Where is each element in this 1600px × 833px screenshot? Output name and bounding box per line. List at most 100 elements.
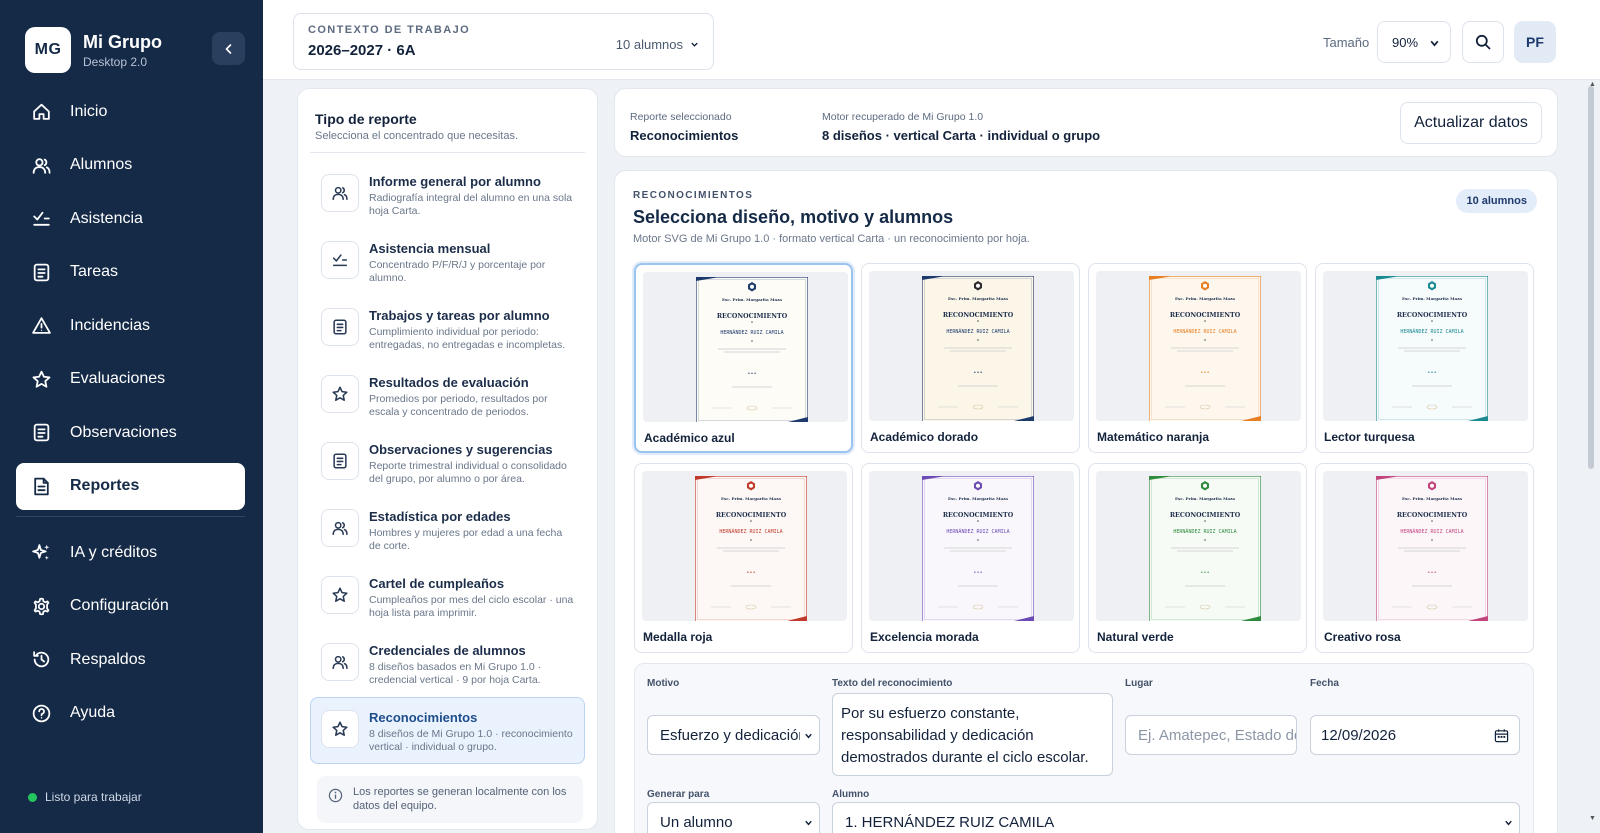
certificate-school: Esc. Prim. Margarita Maza <box>722 297 782 302</box>
sidebar-item-incidencias[interactable]: Incidencias <box>16 302 245 349</box>
sidebar-item-ia-y-creditos[interactable]: IA y créditos <box>16 529 245 576</box>
motivo-value: Esfuerzo y dedicación <box>660 727 807 744</box>
home-icon <box>30 101 52 123</box>
users-icon <box>321 643 359 681</box>
report-item-desc: Hombres y mujeres por edad a una fecha d… <box>369 527 563 552</box>
scroll-down-arrow[interactable]: ▼ <box>1589 815 1596 822</box>
sidebar-item-respaldos[interactable]: Respaldos <box>16 636 245 683</box>
certificate-preview: Esc. Prim. Margarita Maza RECONOCIMIENTO… <box>1149 476 1261 621</box>
report-item[interactable]: Resultados de evaluación Promedios por p… <box>310 362 585 429</box>
generar-label: Generar para <box>647 789 710 800</box>
chevron-left-icon <box>225 43 231 54</box>
app-version: Desktop 2.0 <box>83 54 148 69</box>
design-option[interactable]: Esc. Prim. Margarita Maza RECONOCIMIENTO… <box>1088 463 1307 653</box>
certificate-student: HERNÁNDEZ RUIZ CAMILA <box>1173 328 1236 335</box>
sidebar-item-reportes[interactable]: Reportes <box>16 462 245 510</box>
design-name: Natural verde <box>1097 630 1174 644</box>
design-option[interactable]: Esc. Prim. Margarita Maza RECONOCIMIENTO… <box>634 463 853 653</box>
design-option[interactable]: Esc. Prim. Margarita Maza RECONOCIMIENTO… <box>861 263 1080 453</box>
collapse-sidebar-button[interactable] <box>212 32 245 65</box>
info-text: Los reportes se generan localmente con l… <box>353 786 567 812</box>
report-item-desc: Reporte trimestral individual o consolid… <box>369 460 567 485</box>
star-icon <box>30 368 52 390</box>
motivo-select[interactable]: Esfuerzo y dedicación <box>647 715 820 755</box>
design-name: Medalla roja <box>643 630 713 644</box>
topbar: CONTEXTO DE TRABAJO 2026–2027 · 6A 10 al… <box>263 0 1600 80</box>
fecha-value: 12/09/2026 <box>1321 727 1397 744</box>
calendar-icon[interactable] <box>1494 728 1509 743</box>
alumno-select[interactable]: 1. HERNÁNDEZ RUIZ CAMILA <box>832 802 1520 833</box>
document-icon <box>321 442 359 480</box>
star-icon <box>321 576 359 614</box>
engine-value: 8 diseños · vertical Carta · individual … <box>822 128 1101 143</box>
size-select[interactable]: 90% <box>1377 21 1451 63</box>
generar-select[interactable]: Un alumno <box>647 802 820 833</box>
fecha-input[interactable]: 12/09/2026 <box>1310 715 1520 755</box>
scroll-up-arrow[interactable]: ▲ <box>1589 81 1596 88</box>
report-item-title: Cartel de cumpleaños <box>369 576 505 591</box>
sidebar-item-alumnos[interactable]: Alumnos <box>16 142 245 189</box>
context-selector[interactable]: CONTEXTO DE TRABAJO 2026–2027 · 6A 10 al… <box>293 13 714 70</box>
design-option[interactable]: Esc. Prim. Margarita Maza RECONOCIMIENTO… <box>1088 263 1307 453</box>
sidebar-item-label: Reportes <box>70 477 140 494</box>
report-item-title: Resultados de evaluación <box>369 375 529 390</box>
sidebar-item-evaluaciones[interactable]: Evaluaciones <box>16 356 245 403</box>
sidebar-item-asistencia[interactable]: Asistencia <box>16 195 245 242</box>
certificate-school: Esc. Prim. Margarita Maza <box>948 496 1008 501</box>
certificate-heading: RECONOCIMIENTO <box>943 312 1014 319</box>
sidebar-item-label: Configuración <box>70 597 169 614</box>
document-icon <box>30 422 52 444</box>
sidebar-item-label: Incidencias <box>70 316 151 334</box>
checklist-icon <box>321 241 359 279</box>
context-count: 10 alumnos <box>615 37 683 52</box>
report-item[interactable]: Asistencia mensual Concentrado P/F/R/J y… <box>310 228 585 295</box>
page-scrollbar[interactable] <box>1587 80 1595 833</box>
sidebar-item-label: Ayuda <box>70 704 116 721</box>
brand: MG Mi Grupo Desktop 2.0 <box>25 27 162 73</box>
report-item-desc: Cumplimiento individual por periodo: ent… <box>369 326 566 351</box>
section-title: Selecciona diseño, motivo y alumnos <box>633 207 954 227</box>
status-dot <box>28 792 37 802</box>
scrollbar-thumb[interactable] <box>1588 86 1594 469</box>
sidebar-item-ayuda[interactable]: Ayuda <box>16 690 245 737</box>
sidebar-item-inicio[interactable]: Inicio <box>16 88 245 135</box>
report-item[interactable]: Estadística por edades Hombres y mujeres… <box>310 496 585 563</box>
report-item-desc: Radiografía integral del alumno en una s… <box>369 192 573 217</box>
sidebar-item-observaciones[interactable]: Observaciones <box>16 409 245 456</box>
alumno-value: 1. HERNÁNDEZ RUIZ CAMILA <box>845 814 1055 831</box>
chevron-down-icon <box>691 42 698 47</box>
students-count-badge: 10 alumnos <box>1456 189 1537 213</box>
design-option[interactable]: Esc. Prim. Margarita Maza RECONOCIMIENTO… <box>861 463 1080 653</box>
sidebar-item-configuracion[interactable]: Configuración <box>16 583 245 630</box>
design-option[interactable]: Esc. Prim. Margarita Maza RECONOCIMIENTO… <box>634 263 853 453</box>
search-button[interactable] <box>1462 21 1504 63</box>
sidebar-item-label: Respaldos <box>70 650 146 668</box>
report-item-desc: 8 diseños de Mi Grupo 1.0 · reconocimien… <box>369 728 573 753</box>
report-item[interactable]: Informe general por alumno Radiografía i… <box>310 161 585 228</box>
certificate-student: HERNÁNDEZ RUIZ CAMILA <box>1400 328 1463 335</box>
user-avatar[interactable]: PF <box>1514 21 1556 63</box>
design-option[interactable]: Esc. Prim. Margarita Maza RECONOCIMIENTO… <box>1315 463 1534 653</box>
certificate-student: HERNÁNDEZ RUIZ CAMILA <box>1173 528 1236 535</box>
selected-report-label: Reporte seleccionado <box>630 111 732 123</box>
design-option[interactable]: Esc. Prim. Margarita Maza RECONOCIMIENTO… <box>1315 263 1534 453</box>
design-name: Creativo rosa <box>1324 630 1401 644</box>
texto-textarea[interactable]: Por su esfuerzo constante, responsabilid… <box>832 693 1113 776</box>
report-item[interactable]: Reconocimientos 8 diseños de Mi Grupo 1.… <box>310 697 585 764</box>
size-value: 90% <box>1392 35 1419 50</box>
sidebar-item-tareas[interactable]: Tareas <box>16 249 245 296</box>
update-data-button[interactable]: Actualizar datos <box>1400 102 1542 144</box>
certificate-student: HERNÁNDEZ RUIZ CAMILA <box>719 528 782 535</box>
section-eyebrow: RECONOCIMIENTOS <box>633 190 754 201</box>
certificate-student: HERNÁNDEZ RUIZ CAMILA <box>946 528 1009 535</box>
report-item[interactable]: Credenciales de alumnos 8 diseños basado… <box>310 630 585 697</box>
certificate-school: Esc. Prim. Margarita Maza <box>1175 496 1235 501</box>
report-item-desc: Promedios por periodo, resultados por es… <box>369 393 548 418</box>
lugar-input[interactable]: Ej. Amatepec, Estado de México <box>1125 715 1297 755</box>
report-item[interactable]: Observaciones y sugerencias Reporte trim… <box>310 429 585 496</box>
report-item[interactable]: Cartel de cumpleaños Cumpleaños por mes … <box>310 563 585 630</box>
report-item[interactable]: Trabajos y tareas por alumno Cumplimient… <box>310 295 585 362</box>
app-name: Mi Grupo <box>83 31 162 52</box>
design-thumbnail: Esc. Prim. Margarita Maza RECONOCIMIENTO… <box>1323 471 1528 621</box>
selection-summary: Reporte seleccionado Reconocimientos Mot… <box>614 88 1558 157</box>
